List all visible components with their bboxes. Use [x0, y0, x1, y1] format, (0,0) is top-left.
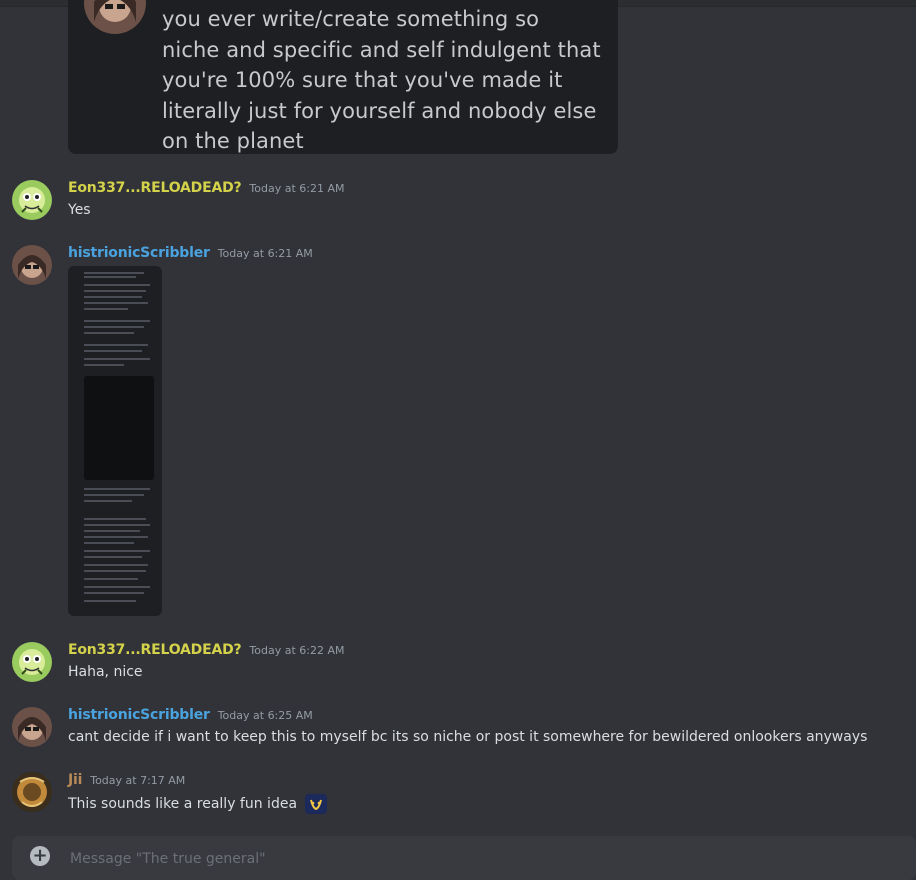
message-text: Yes [68, 202, 91, 218]
timestamp[interactable]: Today at 6:21 AM [218, 247, 313, 260]
message-text: cant decide if i want to keep this to my… [68, 729, 868, 745]
message-header: Eon337...RELOADEAD? Today at 6:21 AM [68, 180, 345, 196]
message-input[interactable] [68, 846, 892, 872]
add-attachment-plus-icon[interactable]: + [30, 846, 50, 866]
username[interactable]: histrionicScribbler [68, 245, 210, 261]
message-text: Haha, nice [68, 664, 143, 680]
avatar[interactable] [12, 707, 52, 747]
username[interactable]: Eon337...RELOADEAD? [68, 180, 242, 196]
custom-emoji-icon[interactable] [305, 794, 328, 814]
avatar[interactable] [12, 180, 52, 220]
timestamp[interactable]: Today at 6:22 AM [249, 644, 344, 657]
timestamp[interactable]: Today at 6:21 AM [249, 182, 344, 195]
timestamp[interactable]: Today at 6:25 AM [218, 709, 313, 722]
avatar[interactable] [12, 245, 52, 285]
quoted-message-card: you ever write/create something so niche… [68, 0, 618, 154]
username[interactable]: Eon337...RELOADEAD? [68, 642, 242, 658]
username[interactable]: histrionicScribbler [68, 707, 210, 723]
message-header: Eon337...RELOADEAD? Today at 6:22 AM [68, 642, 345, 658]
message-composer: + [12, 836, 916, 880]
attachment-inner-table [84, 376, 154, 480]
avatar[interactable] [12, 642, 52, 682]
message-text: This sounds like a really fun idea [68, 796, 298, 812]
timestamp[interactable]: Today at 7:17 AM [90, 774, 185, 787]
username[interactable]: Jii [68, 772, 82, 788]
message-content: This sounds like a really fun idea [68, 794, 328, 814]
quoted-message-text: you ever write/create something so niche… [162, 7, 601, 153]
message-header: Jii Today at 7:17 AM [68, 772, 185, 788]
quote-author-avatar [84, 0, 146, 34]
message-header: histrionicScribbler Today at 6:25 AM [68, 707, 313, 723]
avatar[interactable] [12, 772, 52, 812]
message-header: histrionicScribbler Today at 6:21 AM [68, 245, 313, 261]
image-attachment[interactable] [68, 266, 162, 616]
